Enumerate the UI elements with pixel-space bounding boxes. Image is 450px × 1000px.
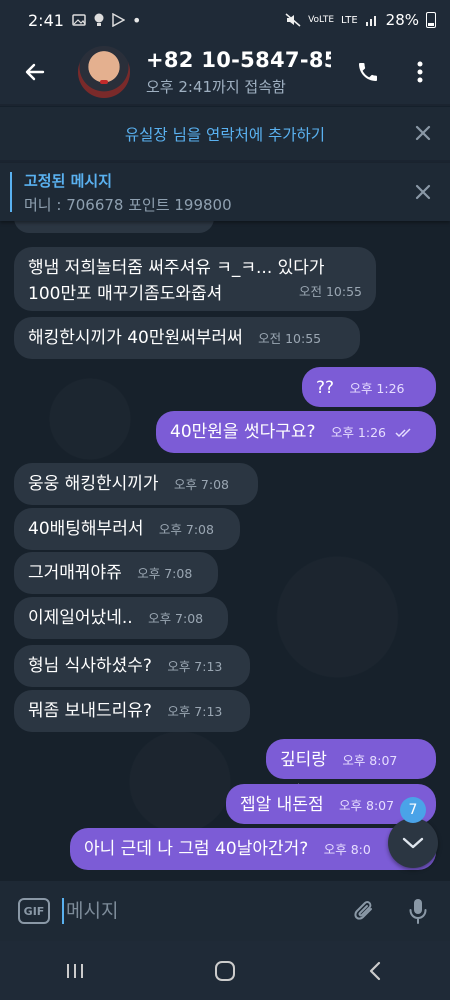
- more-vertical-icon: [417, 61, 423, 83]
- message-time: 오전 10:55: [258, 331, 322, 346]
- message-bubble[interactable]: 그거매꿔야쥬 오후 7:08: [14, 552, 218, 594]
- mic-button[interactable]: [400, 893, 436, 929]
- message-time: 오전 10:55: [299, 284, 362, 299]
- message-list[interactable]: 오전 10:19 행냄 저희놀터줌 써주셔유 ㅋ_ㅋ... 있다가 100만포 …: [0, 221, 450, 881]
- close-icon[interactable]: [410, 179, 436, 205]
- mute-icon: [285, 13, 301, 27]
- gif-button[interactable]: GIF: [18, 898, 50, 924]
- add-contact-banner[interactable]: 유실장 님을 연락처에 추가하기: [0, 106, 450, 160]
- play-store-icon: [112, 13, 125, 27]
- close-icon[interactable]: [410, 120, 436, 146]
- phone-icon: [359, 63, 377, 81]
- message-text: 웅웅 해킹한시끼가: [28, 474, 159, 494]
- back-arrow-icon: [25, 63, 45, 81]
- message-bubble[interactable]: 웅웅 해킹한시끼가 오후 7:08: [14, 463, 258, 505]
- home-icon: [215, 960, 235, 981]
- message-text: 40만원을 썻다구요?: [170, 422, 316, 442]
- message-time: 오후 7:13: [167, 659, 223, 674]
- contact-name: +82 10-5847-8503: [146, 47, 331, 72]
- network-label: LTE: [341, 14, 358, 26]
- message-bubble[interactable]: 행냄 저희놀터줌 써주셔유 ㅋ_ㅋ... 있다가 100만포 매꾸기좀도와줍셔 …: [14, 247, 376, 311]
- battery-percent: 28%: [385, 11, 419, 29]
- message-text: 깊티랑: [280, 750, 327, 770]
- chat-header: +82 10-5847-8503 오후 2:41까지 접속함: [0, 40, 450, 104]
- unread-count-badge: 7: [400, 797, 426, 823]
- message-time: 오후 7:08: [148, 611, 204, 626]
- add-contact-label[interactable]: 유실장 님을 연락처에 추가하기: [125, 123, 325, 145]
- message-bubble[interactable]: 40배팅해부러서 오후 7:08: [14, 508, 240, 550]
- message-text: ??: [316, 378, 335, 398]
- message-text: 뭐좀 보내드리유?: [28, 701, 152, 721]
- status-time: 2:41: [28, 10, 64, 30]
- microphone-icon: [409, 899, 427, 924]
- message-time: 오후 1:26: [349, 381, 405, 396]
- back-button[interactable]: [10, 47, 60, 97]
- message-bubble[interactable]: 형님 식사하셨수? 오후 7:13: [14, 645, 250, 687]
- message-text: 그거매꿔야쥬: [28, 563, 122, 583]
- call-button[interactable]: [348, 52, 388, 92]
- message-bubble[interactable]: 뭐좀 보내드리유? 오후 7:13: [14, 690, 250, 732]
- message-bubble[interactable]: 아니 근데 나 그럼 40날아간거? 오후 8:0: [70, 828, 436, 870]
- system-nav-bar: [0, 941, 450, 1000]
- avatar[interactable]: [78, 46, 130, 98]
- message-text: 형님 식사하셨수?: [28, 656, 152, 676]
- battery-icon: [426, 12, 436, 28]
- pinned-message[interactable]: 고정된 메시지 머니 : 706678 포인트 199800: [0, 163, 450, 221]
- system-icons: VoLTE LTE 28%: [285, 11, 436, 29]
- pinned-body: 머니 : 706678 포인트 199800: [24, 195, 232, 214]
- signal-icon: [365, 16, 376, 26]
- recent-apps-button[interactable]: [55, 951, 95, 991]
- message-time: 오전 10:19: [137, 221, 200, 229]
- gallery-icon: [72, 14, 86, 26]
- read-checks-icon: [395, 428, 411, 438]
- bulb-icon: [94, 13, 104, 26]
- attach-button[interactable]: [346, 893, 382, 929]
- message-input[interactable]: [62, 898, 302, 924]
- message-composer: GIF: [0, 881, 450, 941]
- message-bubble[interactable]: 해킹한시끼가 40만원써부러써 오전 10:55: [14, 317, 360, 359]
- volte-icon: VoLTE: [308, 15, 335, 25]
- notification-icons: •: [72, 11, 141, 30]
- message-time: 오후 8:0: [323, 842, 371, 857]
- message-time: 오후 1:26: [330, 425, 386, 440]
- message-bubble[interactable]: 이제일어났네.. 오후 7:08: [14, 597, 228, 639]
- pinned-indicator: [10, 172, 12, 212]
- message-bubble[interactable]: 40만원을 썻다구요? 오후 1:26: [156, 411, 436, 453]
- message-time: 오후 7:13: [167, 704, 223, 719]
- message-text: 해킹한시끼가 40만원써부러써: [28, 328, 243, 348]
- message-time: 오후 8:07: [342, 753, 398, 768]
- pinned-title: 고정된 메시지: [24, 171, 113, 190]
- scroll-down-button[interactable]: [388, 818, 438, 868]
- back-nav-button[interactable]: [355, 951, 395, 991]
- message-text: 젭알 내돈점: [240, 795, 324, 815]
- message-time: 오후 7:08: [158, 522, 214, 537]
- dot-icon: •: [131, 10, 142, 30]
- contact-info[interactable]: +82 10-5847-8503 오후 2:41까지 접속함: [146, 48, 331, 97]
- last-seen: 오후 2:41까지 접속함: [146, 77, 286, 96]
- message-text: 40배팅해부러서: [28, 519, 144, 539]
- pinned-text: 고정된 메시지 머니 : 706678 포인트 199800: [24, 170, 232, 215]
- recent-apps-icon: [67, 963, 83, 978]
- message-bubble[interactable]: 오전 10:19: [14, 221, 214, 233]
- message-time: 오후 8:07: [339, 798, 395, 813]
- status-bar: 2:41 • VoLTE LTE 28%: [0, 0, 450, 40]
- more-options-button[interactable]: [400, 52, 440, 92]
- chevron-down-icon: [402, 837, 424, 849]
- message-time: 오후 7:08: [173, 477, 229, 492]
- message-text: 아니 근데 나 그럼 40날아간거?: [84, 839, 309, 859]
- message-text: 이제일어났네..: [28, 608, 133, 628]
- message-bubble[interactable]: 깊티랑 오후 8:07: [266, 739, 436, 793]
- home-button[interactable]: [205, 951, 245, 991]
- message-bubble[interactable]: ?? 오후 1:26: [302, 367, 436, 421]
- paperclip-icon: [354, 901, 372, 920]
- message-time: 오후 7:08: [137, 566, 193, 581]
- back-chevron-icon: [369, 961, 381, 980]
